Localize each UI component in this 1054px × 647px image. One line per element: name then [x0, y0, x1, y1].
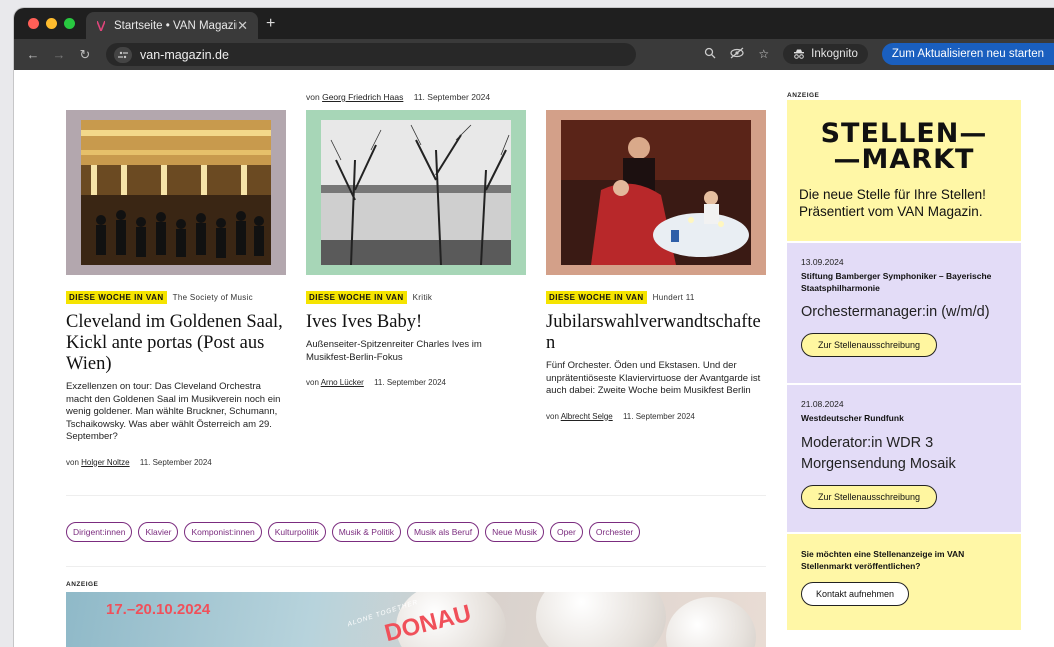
article-teaser: Exzellenzen on tour: Das Cleveland Orche…: [66, 381, 281, 442]
tracking-protection-icon[interactable]: [730, 47, 745, 62]
article-image[interactable]: [66, 110, 286, 275]
ad-label: ANZEIGE: [787, 92, 820, 99]
tag-kulturpolitik[interactable]: Kulturpolitik: [267, 522, 326, 542]
browser-tab-active[interactable]: Startseite • VAN Magazin ✕: [86, 12, 258, 39]
update-restart-button[interactable]: Zum Aktualisieren neu starten: [881, 43, 1054, 65]
tag-komponistinnen[interactable]: Komponist:innen: [184, 522, 262, 542]
tag-neue-musik[interactable]: Neue Musik: [485, 522, 544, 542]
webpage: von Georg Friedrich Haas 11. September 2…: [14, 70, 1054, 647]
minimize-window-button[interactable]: [46, 18, 57, 29]
category-label[interactable]: Kritik: [413, 293, 433, 302]
author-link[interactable]: Holger Noltze: [81, 458, 129, 467]
article-title[interactable]: Cleveland im Goldenen Saal, Kickl ante p…: [66, 312, 286, 375]
zoom-icon[interactable]: [704, 47, 716, 62]
concert-hall-photo: [81, 120, 271, 265]
stellenmarkt-cta: Sie möchten eine Stellenanzeige im VAN S…: [787, 534, 1021, 630]
browser-toolbar: ← → ↻ van-magazin.de ☆ Inkognito Zum Akt…: [14, 39, 1054, 70]
job-organization: Stiftung Bamberger Symphoniker – Bayeris…: [801, 271, 992, 293]
job-date: 21.08.2024: [801, 399, 844, 409]
author-link[interactable]: Albrecht Selge: [561, 412, 613, 421]
close-tab-icon[interactable]: ✕: [237, 18, 248, 34]
stellenmarkt-promo[interactable]: STELLEN— —MARKT Die neue Stelle für Ihre…: [787, 100, 1021, 241]
article-byline: von Holger Noltze 11. September 2024: [66, 457, 212, 467]
cta-question: Sie möchten eine Stellenanzeige im VAN S…: [801, 549, 965, 571]
article-teaser: Außenseiter-Spitzenreiter Charles Ives i…: [306, 339, 482, 363]
incognito-badge[interactable]: Inkognito: [783, 44, 868, 64]
kicker-badge[interactable]: DIESE WOCHE IN VAN: [306, 291, 407, 304]
job-listing[interactable]: 13.09.2024 Stiftung Bamberger Symphonike…: [787, 243, 1021, 383]
browser-window: Startseite • VAN Magazin ✕ + ← → ↻ van-m…: [14, 8, 1054, 647]
incognito-label: Inkognito: [811, 48, 858, 60]
toolbar-right: ☆ Inkognito Zum Aktualisieren neu starte…: [704, 43, 1054, 65]
job-listing[interactable]: 21.08.2024 Westdeutscher Rundfunk Modera…: [787, 385, 1021, 532]
tab-bar: Startseite • VAN Magazin ✕ +: [14, 8, 1054, 39]
article-byline: von Albrecht Selge 11. September 2024: [546, 411, 695, 421]
address-bar[interactable]: van-magazin.de: [106, 43, 636, 66]
category-label[interactable]: Hundert 11: [653, 293, 695, 302]
van-favicon-icon: [96, 20, 106, 31]
forward-icon[interactable]: →: [48, 47, 70, 62]
top-byline: von Georg Friedrich Haas 11. September 2…: [306, 92, 491, 102]
tag-klavier[interactable]: Klavier: [138, 522, 179, 542]
contact-button[interactable]: Kontakt aufnehmen: [801, 582, 910, 606]
kicker-badge[interactable]: DIESE WOCHE IN VAN: [66, 291, 167, 304]
reload-icon[interactable]: ↻: [74, 47, 96, 63]
tag-dirigentinnen[interactable]: Dirigent:innen: [66, 522, 133, 542]
stellenmarkt-tagline: Die neue Stelle für Ihre Stellen! Präsen…: [799, 187, 986, 219]
article-teaser: Fünf Orchester. Öden und Ekstasen. Und d…: [546, 360, 761, 396]
author-link[interactable]: Georg Friedrich Haas: [322, 92, 403, 102]
article-image[interactable]: [546, 110, 766, 275]
job-listing-button[interactable]: Zur Stellenausschreibung: [801, 484, 938, 509]
new-tab-icon[interactable]: +: [266, 15, 275, 33]
article-byline: von Arno Lücker 11. September 2024: [306, 378, 446, 387]
incognito-icon: [794, 49, 805, 59]
site-settings-icon[interactable]: [114, 46, 132, 63]
back-icon[interactable]: ←: [22, 47, 44, 62]
tag-orchester[interactable]: Orchester: [588, 522, 641, 542]
banner-date: 17.–20.10.2024: [106, 601, 211, 618]
job-role[interactable]: Moderator:in WDR 3 Morgensendung Mosaik: [801, 433, 1007, 475]
egg-shape: [666, 597, 756, 647]
stellenmarkt-logo-line2: —MARKT: [833, 144, 975, 175]
article-image[interactable]: [306, 110, 526, 275]
festival-banner-ad[interactable]: 17.–20.10.2024 ALONE TOGETHER DONAU: [66, 592, 766, 647]
bookmark-star-icon[interactable]: ☆: [758, 47, 769, 61]
tag-musik-politik[interactable]: Musik & Politik: [331, 522, 401, 542]
painting-photo: [561, 120, 751, 265]
url-text: van-magazin.de: [140, 47, 229, 62]
job-role[interactable]: Orchestermanager:in (w/m/d): [801, 302, 1007, 323]
ad-label: ANZEIGE: [66, 581, 99, 588]
article-title[interactable]: Jubilarswahlverwandtschafte n: [546, 312, 766, 354]
job-date: 13.09.2024: [801, 257, 844, 267]
job-listing-button[interactable]: Zur Stellenausschreibung: [801, 333, 938, 357]
tag-oper[interactable]: Oper: [549, 522, 583, 542]
lake-photo: [321, 120, 511, 265]
article-title[interactable]: Ives Ives Baby!: [306, 312, 526, 333]
kicker-badge[interactable]: DIESE WOCHE IN VAN: [546, 291, 647, 304]
category-label[interactable]: The Society of Music: [173, 293, 253, 302]
tag-musik-als-beruf[interactable]: Musik als Beruf: [406, 522, 480, 542]
divider: [66, 566, 766, 567]
maximize-window-button[interactable]: [64, 18, 75, 29]
close-window-button[interactable]: [28, 18, 39, 29]
tag-list: Dirigent:innen Klavier Komponist:innen K…: [66, 522, 641, 542]
job-organization: Westdeutscher Rundfunk: [801, 413, 904, 423]
tab-title: Startseite • VAN Magazin: [114, 19, 238, 32]
divider: [66, 495, 766, 496]
window-controls: [28, 18, 75, 29]
article-card[interactable]: DIESE WOCHE IN VAN The Society of Music …: [66, 110, 286, 467]
article-card[interactable]: DIESE WOCHE IN VAN Kritik Ives Ives Baby…: [306, 110, 526, 387]
egg-shape: [536, 592, 666, 647]
author-link[interactable]: Arno Lücker: [321, 378, 364, 387]
article-card[interactable]: DIESE WOCHE IN VAN Hundert 11 Jubilarswa…: [546, 110, 766, 421]
